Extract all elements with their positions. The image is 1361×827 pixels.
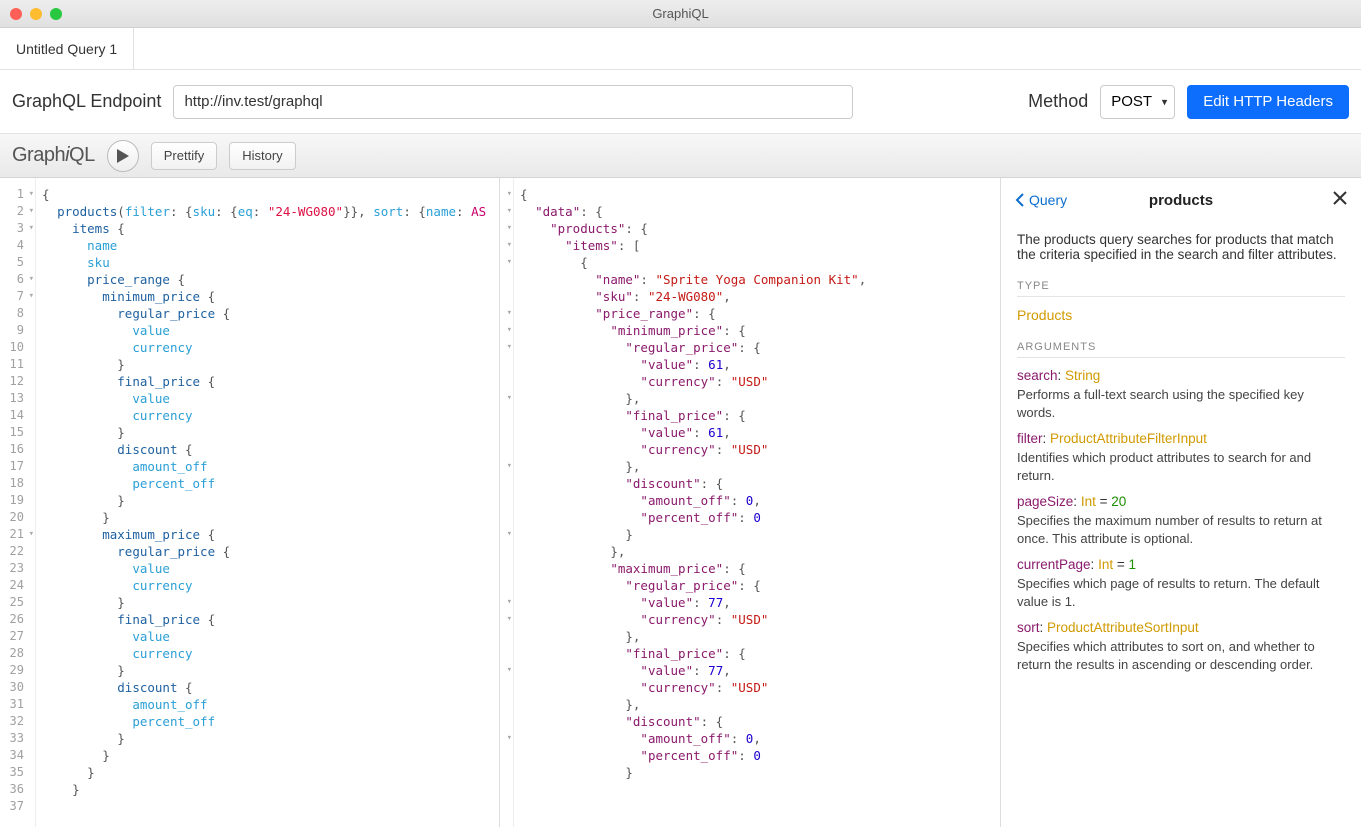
argument-description: Specifies which attributes to sort on, a… (1017, 638, 1345, 673)
argument-description: Identifies which product attributes to s… (1017, 449, 1345, 484)
endpoint-row: GraphQL Endpoint Method POST Edit HTTP H… (0, 70, 1361, 134)
argument-item: sort: ProductAttributeSortInputSpecifies… (1017, 620, 1345, 673)
argument-description: Specifies which page of results to retur… (1017, 575, 1345, 610)
query-editor-pane: 1234567891011121314151617181920212223242… (0, 178, 500, 827)
zoom-window-icon[interactable] (50, 8, 62, 20)
tab-label: Untitled Query 1 (16, 41, 117, 57)
argument-type[interactable]: ProductAttributeFilterInput (1050, 431, 1207, 446)
argument-type[interactable]: Int (1098, 557, 1113, 572)
docs-header: Query products (1001, 178, 1361, 222)
tabs-row: Untitled Query 1 (0, 28, 1361, 70)
graphiql-logo: GraphiQL (12, 144, 95, 167)
response-pane: { "data": { "products": { "items": [ { "… (500, 178, 1001, 827)
docs-body: The products query searches for products… (1001, 222, 1361, 681)
endpoint-input[interactable] (173, 85, 853, 119)
prettify-button[interactable]: Prettify (151, 142, 217, 170)
argument-item: pageSize: Int = 20Specifies the maximum … (1017, 494, 1345, 547)
type-link[interactable]: Products (1017, 307, 1345, 323)
argument-name[interactable]: currentPage (1017, 557, 1091, 572)
window-controls (10, 8, 62, 20)
argument-type[interactable]: String (1065, 368, 1100, 383)
chevron-left-icon (1015, 193, 1025, 207)
play-icon (117, 149, 129, 163)
arguments-section-label: ARGUMENTS (1017, 341, 1345, 353)
graphiql-toolbar: GraphiQL Prettify History (0, 134, 1361, 178)
titlebar: GraphiQL (0, 0, 1361, 28)
endpoint-label: GraphQL Endpoint (12, 91, 161, 112)
method-label: Method (1028, 91, 1088, 112)
argument-item: filter: ProductAttributeFilterInputIdent… (1017, 431, 1345, 484)
argument-description: Performs a full-text search using the sp… (1017, 386, 1345, 421)
argument-name[interactable]: filter (1017, 431, 1043, 446)
minimize-window-icon[interactable] (30, 8, 42, 20)
query-editor[interactable]: { products(filter: {sku: {eq: "24-WG080"… (36, 178, 499, 827)
argument-item: currentPage: Int = 1Specifies which page… (1017, 557, 1345, 610)
execute-query-button[interactable] (107, 140, 139, 172)
docs-pane: Query products The products query search… (1001, 178, 1361, 827)
argument-description: Specifies the maximum number of results … (1017, 512, 1345, 547)
argument-default: 20 (1111, 494, 1126, 509)
method-select[interactable]: POST (1100, 85, 1175, 119)
edit-http-headers-button[interactable]: Edit HTTP Headers (1187, 85, 1349, 119)
argument-type[interactable]: ProductAttributeSortInput (1047, 620, 1199, 635)
line-gutter: 1234567891011121314151617181920212223242… (0, 178, 36, 827)
docs-back-label: Query (1029, 192, 1067, 208)
type-section-label: TYPE (1017, 280, 1345, 292)
response-viewer[interactable]: { "data": { "products": { "items": [ { "… (514, 178, 1000, 827)
docs-close-button[interactable] (1333, 191, 1347, 210)
response-gutter (500, 178, 514, 827)
divider (1017, 296, 1345, 297)
argument-item: search: StringPerforms a full-text searc… (1017, 368, 1345, 421)
argument-default: 1 (1128, 557, 1136, 572)
docs-back-button[interactable]: Query (1015, 192, 1067, 208)
argument-name[interactable]: pageSize (1017, 494, 1073, 509)
close-window-icon[interactable] (10, 8, 22, 20)
panes: 1234567891011121314151617181920212223242… (0, 178, 1361, 827)
window-title: GraphiQL (0, 6, 1361, 21)
divider (1017, 357, 1345, 358)
argument-type[interactable]: Int (1081, 494, 1096, 509)
tab-untitled-query[interactable]: Untitled Query 1 (0, 28, 134, 69)
close-icon (1333, 191, 1347, 205)
argument-name[interactable]: search (1017, 368, 1058, 383)
history-button[interactable]: History (229, 142, 295, 170)
argument-name[interactable]: sort (1017, 620, 1040, 635)
docs-description: The products query searches for products… (1017, 232, 1345, 262)
